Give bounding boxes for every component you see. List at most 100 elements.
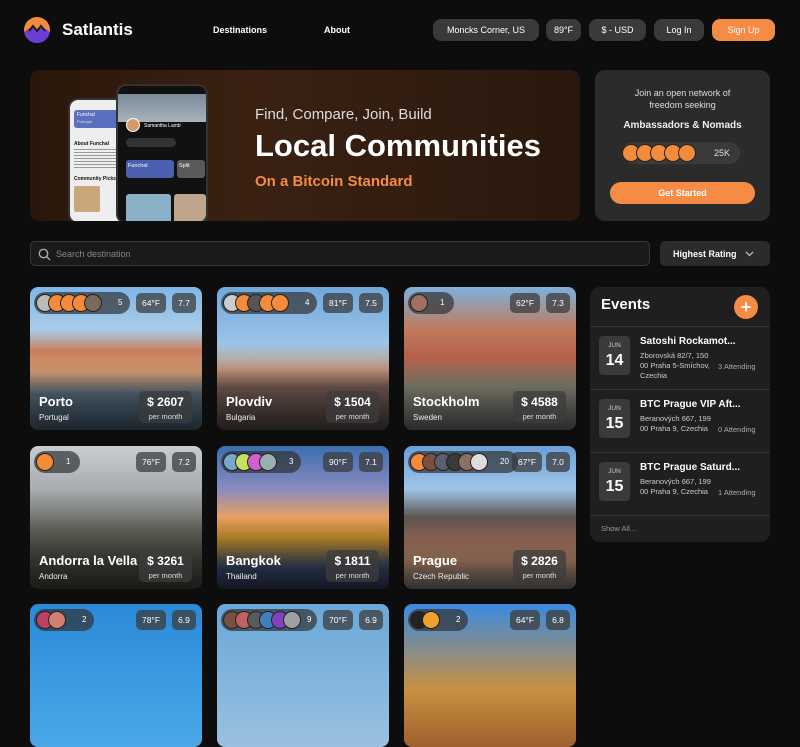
card-rating: 7.1: [359, 452, 383, 472]
currency-selector[interactable]: $ - USD: [589, 19, 646, 41]
card-price-box: $ 1811 per month: [326, 550, 379, 582]
event-item[interactable]: JUN 15 BTC Prague VIP Aft... Beranových …: [590, 389, 770, 451]
card-temperature: 64°F: [136, 293, 166, 313]
card-members: 20: [408, 451, 518, 473]
event-attending: 1 Attending: [718, 488, 756, 497]
destination-card[interactable]: 20 67°F 7.0 Prague Czech Republic $ 2826…: [404, 446, 576, 589]
nav-destinations-link[interactable]: Destinations: [213, 25, 267, 35]
card-temperature: 67°F: [512, 452, 542, 472]
top-nav: Satlantis Destinations About Moncks Corn…: [0, 0, 800, 60]
card-price-box: $ 4588 per month: [513, 391, 566, 423]
card-members: 2: [408, 609, 468, 631]
card-temperature: 81°F: [323, 293, 353, 313]
card-temperature: 76°F: [136, 452, 166, 472]
join-panel: Join an open network of freedom seeking …: [595, 70, 770, 221]
event-address: Beranových 667, 199 00 Praha 9, Czechia: [640, 477, 711, 496]
card-rating: 7.2: [172, 452, 196, 472]
signup-button[interactable]: Sign Up: [712, 19, 775, 41]
profile-avatar: [126, 118, 140, 132]
card-rating: 7.7: [172, 293, 196, 313]
member-avatars: 25K: [622, 142, 740, 164]
search-input[interactable]: Search destination: [56, 249, 131, 259]
card-country: Sweden: [413, 413, 442, 422]
card-country: Thailand: [226, 572, 257, 581]
add-event-button[interactable]: +: [734, 295, 758, 319]
chevron-down-icon: [745, 251, 754, 257]
card-price-box: $ 2607 per month: [139, 391, 192, 423]
destination-card[interactable]: 1 62°F 7.3 Stockholm Sweden $ 4588 per mo…: [404, 287, 576, 430]
card-temperature: 64°F: [510, 610, 540, 630]
event-attending: 3 Attending: [718, 362, 756, 371]
event-title: BTC Prague VIP Aft...: [640, 399, 741, 410]
member-count: 25K: [714, 148, 731, 158]
event-attending: 0 Attending: [718, 425, 756, 434]
satlantis-logo[interactable]: [24, 17, 50, 43]
event-address: Beranových 667, 199 00 Praha 9, Czechia: [640, 414, 711, 433]
join-highlight: Ambassadors & Nomads: [623, 120, 742, 131]
events-title: Events: [601, 296, 651, 313]
event-item[interactable]: JUN 15 BTC Prague Saturd... Beranových 6…: [590, 452, 770, 514]
destination-card[interactable]: 5 64°F 7.7 Porto Portugal $ 2607 per mont…: [30, 287, 202, 430]
card-rating: 7.3: [546, 293, 570, 313]
card-temperature: 70°F: [323, 610, 353, 630]
card-price-box: $ 3261 per month: [139, 550, 192, 582]
card-country: Portugal: [39, 413, 69, 422]
hero-subtitle: On a Bitcoin Standard: [255, 173, 413, 190]
sort-dropdown[interactable]: Highest Rating: [660, 241, 770, 266]
brand-name[interactable]: Satlantis: [62, 20, 133, 40]
event-address: Zborovská 82/7, 150 00 Praha 5-Smíchov, …: [640, 351, 710, 380]
hero-title: Local Communities: [255, 128, 541, 163]
card-temperature: 90°F: [323, 452, 353, 472]
phone-mockup-front: Samantha Lamb Funchal Split: [116, 84, 208, 221]
card-members: 4: [221, 292, 317, 314]
destination-card[interactable]: 3 90°F 7.1 Bangkok Thailand $ 1811 per mo…: [217, 446, 389, 589]
card-members: 9: [221, 609, 317, 631]
member-avatar: [678, 144, 696, 162]
temperature-badge[interactable]: 89°F: [546, 19, 581, 41]
card-price-box: $ 2826 per month: [513, 550, 566, 582]
destination-card[interactable]: 2 78°F 6.9: [30, 604, 202, 747]
events-panel: Events + JUN 14 Satoshi Rockamot... Zbor…: [590, 287, 770, 542]
card-city: Bangkok: [226, 553, 281, 568]
card-price-box: $ 1504 per month: [326, 391, 379, 423]
card-city: Andorra la Vella: [39, 553, 138, 568]
event-date: JUN 14: [599, 336, 630, 375]
event-title: BTC Prague Saturd...: [640, 462, 741, 473]
search-icon: [38, 248, 51, 261]
destination-card[interactable]: 9 70°F 6.9: [217, 604, 389, 747]
join-text: Join an open network of freedom seeking: [634, 88, 731, 110]
card-city: Porto: [39, 394, 73, 409]
card-rating: 7.0: [546, 452, 570, 472]
card-members: 1: [408, 292, 454, 314]
search-bar[interactable]: Search destination: [30, 241, 650, 266]
event-date: JUN 15: [599, 399, 630, 438]
destination-card[interactable]: 2 64°F 6.8: [404, 604, 576, 747]
card-city: Prague: [413, 553, 458, 568]
hero-banner: Funchal Portugal About Funchal Community…: [30, 70, 580, 221]
location-selector[interactable]: Moncks Corner, US: [433, 19, 539, 41]
event-date: JUN 15: [599, 462, 630, 501]
card-city: Stockholm: [413, 394, 480, 409]
card-rating: 6.9: [359, 610, 383, 630]
destination-card[interactable]: 1 76°F 7.2 Andorra la Vella Andorra $ 32…: [30, 446, 202, 589]
destination-card[interactable]: 4 81°F 7.5 Plovdiv Bulgaria $ 1504 per mo…: [217, 287, 389, 430]
card-country: Andorra: [39, 572, 68, 581]
nav-about-link[interactable]: About: [324, 25, 350, 35]
card-country: Czech Republic: [413, 572, 470, 581]
show-all-events-link[interactable]: Show All...: [601, 524, 636, 533]
card-members: 3: [221, 451, 301, 473]
login-button[interactable]: Log In: [654, 19, 704, 41]
card-rating: 6.9: [172, 610, 196, 630]
card-members: 2: [34, 609, 94, 631]
card-members: 5: [34, 292, 130, 314]
card-temperature: 62°F: [510, 293, 540, 313]
hero-kicker: Find, Compare, Join, Build: [255, 106, 432, 123]
sort-label: Highest Rating: [673, 249, 737, 259]
plus-icon: +: [740, 297, 752, 317]
card-rating: 6.8: [546, 610, 570, 630]
card-city: Plovdiv: [226, 394, 273, 409]
event-item[interactable]: JUN 14 Satoshi Rockamot... Zborovská 82/…: [590, 326, 770, 388]
get-started-button[interactable]: Get Started: [610, 182, 755, 204]
event-title: Satoshi Rockamot...: [640, 336, 736, 347]
card-temperature: 78°F: [136, 610, 166, 630]
